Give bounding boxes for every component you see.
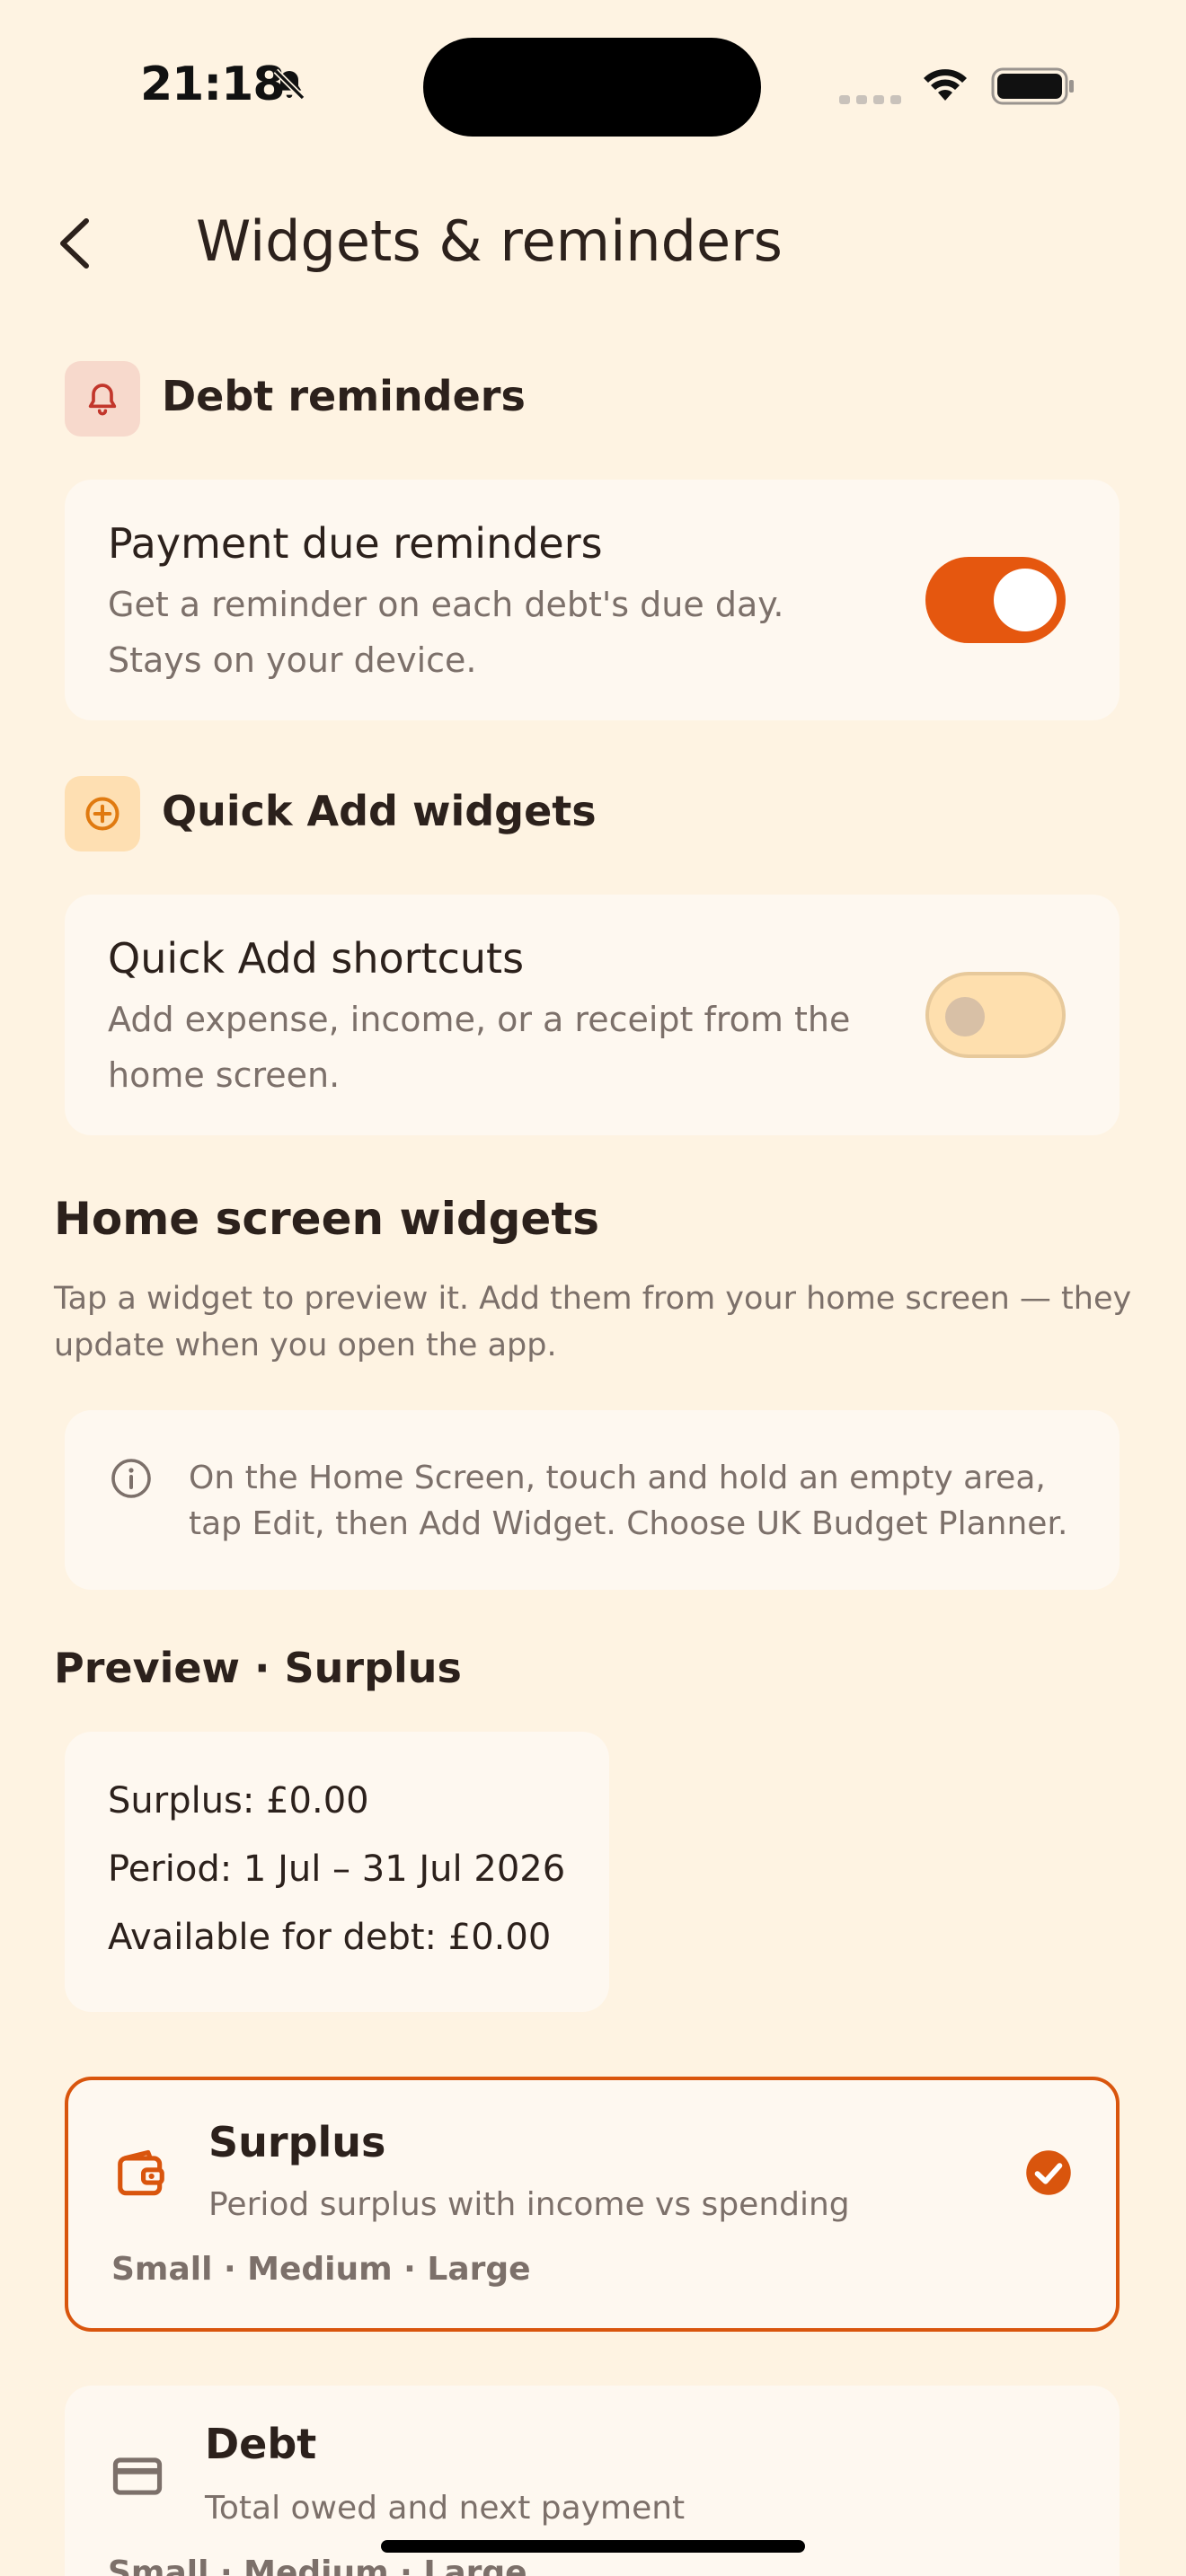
- wifi-icon: [924, 69, 967, 101]
- check-circle-icon: [1026, 2150, 1071, 2195]
- widget-sizes-debt: Small · Medium · Large: [108, 2554, 527, 2576]
- add-widget-instructions: On the Home Screen, touch and hold an em…: [189, 1460, 1068, 1542]
- wallet-icon: [118, 2149, 164, 2196]
- preview-surplus: Surplus: £0.00: [108, 1780, 369, 1822]
- bell-slash-icon: [273, 68, 305, 101]
- credit-card-icon: [112, 2457, 163, 2495]
- quick-add-icon-badge: [65, 776, 140, 851]
- widget-title-surplus: Surplus: [208, 2118, 386, 2166]
- toggle-knob: [945, 997, 985, 1037]
- page-title: Widgets & reminders: [196, 208, 783, 274]
- home-widgets-heading: Home screen widgets: [54, 1193, 599, 1245]
- payment-due-reminders-toggle[interactable]: [925, 557, 1066, 643]
- widget-option-surplus[interactable]: Surplus Period surplus with income vs sp…: [65, 2077, 1120, 2332]
- quick-add-shortcuts-card: Quick Add shortcuts Add expense, income,…: [65, 895, 1120, 1135]
- widget-sizes-surplus: Small · Medium · Large: [111, 2251, 531, 2288]
- chevron-left-icon[interactable]: [54, 214, 97, 273]
- payment-due-reminders-title: Payment due reminders: [108, 519, 603, 568]
- quick-add-shortcuts-title: Quick Add shortcuts: [108, 934, 525, 983]
- toggle-knob: [994, 569, 1057, 631]
- debt-reminders-heading: Debt reminders: [162, 372, 526, 420]
- widget-title-debt: Debt: [205, 2420, 317, 2468]
- payment-due-reminders-description: Get a reminder on each debt's due day. S…: [108, 585, 784, 680]
- battery-icon: [991, 67, 1074, 105]
- home-widgets-description: Tap a widget to preview it. Add them fro…: [54, 1281, 1132, 1363]
- bell-icon: [88, 384, 117, 416]
- quick-add-shortcuts-description: Add expense, income, or a receipt from t…: [108, 1000, 851, 1095]
- debt-reminders-icon-badge: [65, 361, 140, 437]
- payment-due-reminders-card: Payment due reminders Get a reminder on …: [65, 480, 1120, 720]
- widgets-reminders-screen: 21:18 Widgets & reminders Debt reminders…: [0, 0, 1186, 2576]
- info-circle-icon: [111, 1459, 151, 1498]
- quick-add-shortcuts-toggle[interactable]: [925, 972, 1066, 1058]
- preview-period: Period: 1 Jul – 31 Jul 2026: [108, 1848, 566, 1890]
- home-indicator: [381, 2540, 805, 2553]
- add-widget-info-card: On the Home Screen, touch and hold an em…: [65, 1410, 1120, 1590]
- dynamic-island: [423, 38, 761, 137]
- quick-add-heading: Quick Add widgets: [162, 787, 597, 835]
- plus-circle-icon: [85, 797, 119, 831]
- widget-description-debt: Total owed and next payment: [205, 2490, 686, 2527]
- status-time: 21:18: [140, 57, 286, 111]
- preview-heading: Preview · Surplus: [54, 1644, 462, 1692]
- widget-description-surplus: Period surplus with income vs spending: [208, 2186, 850, 2223]
- preview-available-for-debt: Available for debt: £0.00: [108, 1917, 552, 1958]
- widget-preview-card: Surplus: £0.00 Period: 1 Jul – 31 Jul 20…: [65, 1732, 609, 2012]
- cellular-signal-icon: [839, 95, 901, 104]
